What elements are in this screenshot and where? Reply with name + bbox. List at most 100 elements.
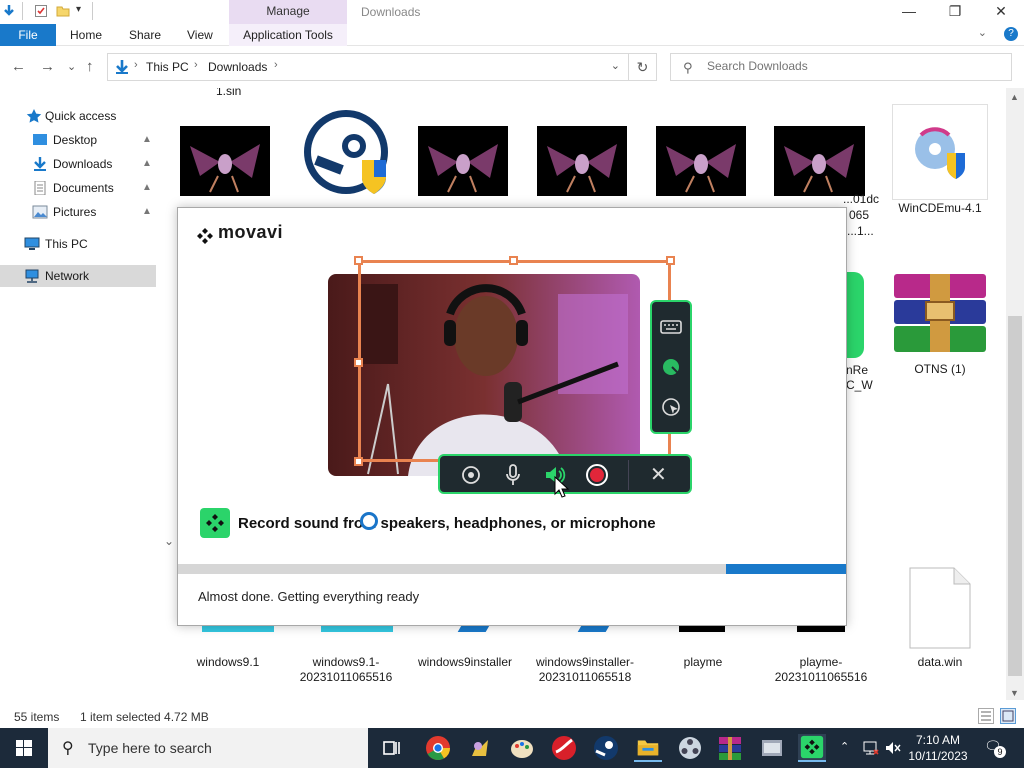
breadcrumb-separator[interactable]: › bbox=[274, 59, 278, 71]
steam-setup-file[interactable] bbox=[302, 108, 390, 196]
forward-button[interactable]: → bbox=[40, 58, 55, 75]
properties-icon[interactable] bbox=[34, 4, 48, 18]
item-count: 55 items bbox=[14, 710, 60, 724]
breadcrumb-separator[interactable]: › bbox=[194, 59, 198, 71]
red-app-icon[interactable] bbox=[550, 734, 578, 762]
gaming-app-icon[interactable] bbox=[466, 734, 494, 762]
nav-item-pictures[interactable]: Pictures ▲ bbox=[0, 201, 156, 223]
nav-item-network[interactable]: Network bbox=[0, 265, 156, 287]
tab-home[interactable]: Home bbox=[70, 24, 102, 46]
resize-handle[interactable] bbox=[354, 358, 363, 367]
pin-icon: ▲ bbox=[142, 206, 152, 217]
search-input[interactable] bbox=[707, 59, 997, 73]
nav-quick-access[interactable]: Quick access bbox=[0, 105, 156, 127]
tab-application-tools[interactable]: Application Tools bbox=[229, 24, 347, 46]
playme-file-thumb[interactable] bbox=[679, 626, 725, 632]
film-reel-icon[interactable] bbox=[676, 734, 704, 762]
nav-item-downloads[interactable]: Downloads ▲ bbox=[0, 153, 156, 175]
close-recorder-icon[interactable]: ✕ bbox=[650, 462, 667, 487]
keyboard-icon[interactable] bbox=[658, 314, 684, 340]
file-label-partial: ...01dc bbox=[843, 192, 880, 206]
movavi-brand-text: movavi bbox=[218, 222, 284, 242]
image-thumbnail[interactable] bbox=[774, 126, 864, 196]
notification-center-button[interactable]: 🗨 9 bbox=[984, 738, 1006, 758]
vertical-scrollbar[interactable]: ▲ ▼ bbox=[1006, 88, 1024, 700]
close-button[interactable]: ✕ bbox=[978, 0, 1024, 24]
scroll-down-icon[interactable]: ▼ bbox=[1010, 688, 1019, 698]
tab-view[interactable]: View bbox=[187, 24, 213, 46]
nav-item-desktop[interactable]: Desktop ▲ bbox=[0, 129, 156, 151]
download-arrow-icon[interactable] bbox=[2, 4, 16, 18]
collapse-group-icon[interactable]: ⌄ bbox=[164, 534, 174, 548]
search-box[interactable]: ⚲ bbox=[670, 53, 1012, 81]
back-button[interactable]: ← bbox=[11, 58, 26, 75]
address-history-dropdown[interactable]: ⌄ bbox=[611, 59, 620, 72]
file-label: OTNS (1) bbox=[914, 362, 966, 376]
file-label: windows9.1 bbox=[196, 655, 260, 669]
installer-app-icon[interactable] bbox=[758, 734, 786, 762]
manage-context-tab[interactable]: Manage bbox=[229, 0, 347, 24]
data-win-file[interactable] bbox=[908, 566, 972, 650]
webcam-icon[interactable] bbox=[458, 462, 484, 488]
capture-area-frame[interactable] bbox=[354, 256, 675, 466]
file-label-partial: C_W bbox=[846, 378, 873, 392]
dragon-image bbox=[190, 144, 260, 193]
up-button[interactable]: ↑ bbox=[86, 58, 94, 75]
click-effect-icon[interactable] bbox=[658, 394, 684, 420]
computer-icon bbox=[24, 237, 40, 250]
large-icons-view-button[interactable] bbox=[1000, 708, 1016, 724]
minimize-button[interactable]: — bbox=[886, 0, 932, 24]
paint-app-icon[interactable] bbox=[508, 734, 536, 762]
playme-file-thumb[interactable] bbox=[797, 626, 845, 632]
image-thumbnail[interactable] bbox=[537, 126, 627, 196]
refresh-button[interactable]: ↻ bbox=[628, 54, 656, 80]
breadcrumb-separator[interactable]: › bbox=[134, 59, 138, 71]
address-bar[interactable]: › This PC › Downloads › ⌄ ↻ bbox=[107, 53, 657, 81]
maximize-button[interactable]: ❐ bbox=[932, 0, 978, 24]
taskbar-search-box[interactable]: ⚲ Type here to search bbox=[48, 728, 368, 768]
image-thumbnail[interactable] bbox=[656, 126, 746, 196]
steam-taskbar-icon[interactable] bbox=[592, 734, 620, 762]
taskbar-clock[interactable]: 7:10 AM 10/11/2023 bbox=[900, 732, 976, 764]
start-button[interactable] bbox=[0, 728, 48, 768]
nav-item-this-pc[interactable]: This PC bbox=[0, 233, 156, 255]
image-thumbnail[interactable] bbox=[180, 126, 270, 196]
file-label-partial: ...1... bbox=[847, 224, 874, 238]
tab-file[interactable]: File bbox=[0, 24, 56, 46]
expand-ribbon-icon[interactable]: ⌄ bbox=[978, 27, 987, 39]
breadcrumb-downloads[interactable]: Downloads bbox=[208, 60, 267, 74]
winrar-archive-file[interactable] bbox=[892, 272, 988, 356]
resize-handle[interactable] bbox=[666, 256, 675, 265]
customize-qa-icon[interactable]: ▾ bbox=[76, 4, 81, 15]
network-status-icon[interactable] bbox=[862, 740, 880, 756]
breadcrumb-this-pc[interactable]: This PC bbox=[146, 60, 189, 74]
image-thumbnail[interactable] bbox=[418, 126, 508, 196]
help-icon[interactable]: ? bbox=[1004, 27, 1018, 41]
nav-item-documents[interactable]: Documents ▲ bbox=[0, 177, 156, 199]
task-view-icon[interactable] bbox=[378, 734, 406, 762]
details-view-button[interactable] bbox=[978, 708, 994, 724]
tray-overflow-icon[interactable]: ⌃ bbox=[840, 740, 849, 753]
pin-icon: ▲ bbox=[142, 182, 152, 193]
winrar-taskbar-icon[interactable] bbox=[716, 734, 744, 762]
wincdemu-file[interactable] bbox=[892, 104, 988, 200]
resize-handle[interactable] bbox=[509, 256, 518, 265]
nav-label: This PC bbox=[45, 237, 88, 251]
dragon-image bbox=[547, 144, 617, 193]
new-folder-icon[interactable] bbox=[56, 4, 70, 18]
microphone-icon[interactable] bbox=[500, 462, 526, 488]
record-icon[interactable] bbox=[584, 462, 610, 488]
movavi-taskbar-icon[interactable] bbox=[798, 734, 826, 762]
resize-handle[interactable] bbox=[354, 457, 363, 466]
resize-handle[interactable] bbox=[354, 256, 363, 265]
scroll-up-icon[interactable]: ▲ bbox=[1010, 92, 1019, 102]
scrollbar-thumb[interactable] bbox=[1008, 316, 1022, 676]
file-explorer-icon[interactable] bbox=[634, 734, 662, 762]
recent-locations-button[interactable]: ⌄ bbox=[67, 60, 76, 73]
tab-share[interactable]: Share bbox=[129, 24, 161, 46]
selection-info: 1 item selected 4.72 MB bbox=[80, 710, 209, 724]
chrome-icon[interactable] bbox=[424, 734, 452, 762]
dragon-image bbox=[428, 144, 498, 193]
mouse-highlight-icon[interactable] bbox=[658, 354, 684, 380]
clock-date: 10/11/2023 bbox=[908, 749, 968, 763]
